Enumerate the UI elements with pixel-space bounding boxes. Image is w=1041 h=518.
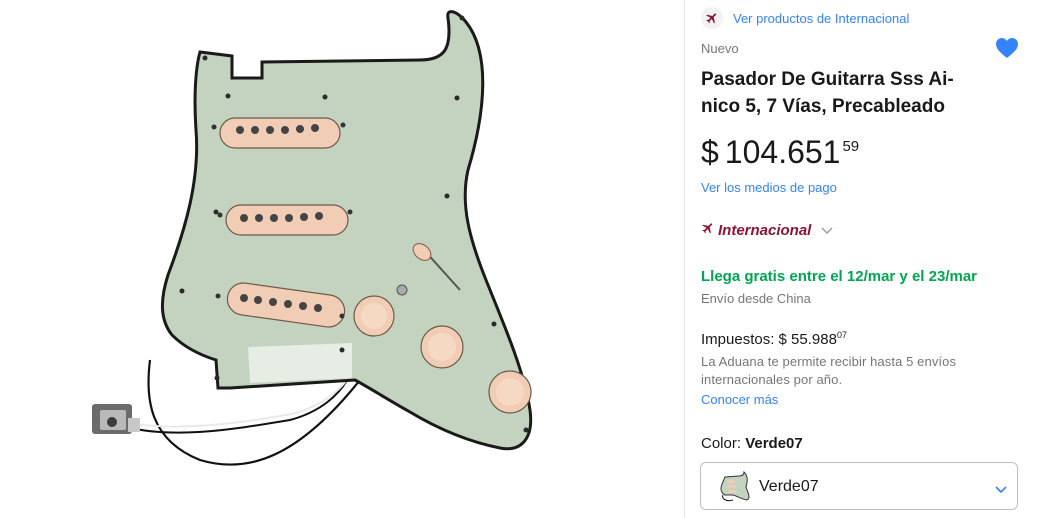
price-amount: 104.651: [724, 134, 841, 170]
taxes-currency: $: [778, 331, 787, 348]
taxes-cents: 07: [836, 330, 847, 340]
product-title: Pasador De Guitarra Sss Ai- nico 5, 7 Ví…: [701, 66, 991, 120]
knob-volume: [353, 295, 395, 337]
learn-more-link[interactable]: Conocer más: [701, 392, 778, 407]
customs-note: La Aduana te permite recibir hasta 5 env…: [701, 354, 957, 387]
knob-tone-2: [488, 370, 532, 414]
condition-label: Nuevo: [701, 41, 739, 56]
chevron-down-icon: [995, 481, 1007, 499]
shipping-middle: y el: [895, 268, 929, 285]
variant-thumbnail: [717, 470, 751, 503]
pickup-middle: [217, 204, 353, 236]
international-label: Internacional: [718, 222, 812, 239]
product-image[interactable]: [0, 0, 684, 518]
airplane-icon: [701, 7, 723, 29]
knob-tone-1: [420, 325, 464, 369]
color-value: Verde07: [745, 435, 803, 452]
variant-selected-label: Verde07: [759, 478, 819, 495]
product-image-gallery[interactable]: [0, 0, 684, 518]
taxes-label: Impuestos:: [701, 331, 779, 348]
product-title-line-1: Pasador De Guitarra Sss Ai-: [701, 69, 954, 90]
product-info-panel: Ver productos de Internacional Nuevo Pas…: [685, 0, 1041, 518]
store-row[interactable]: Ver productos de Internacional: [701, 6, 909, 30]
shipping-month-1: /mar: [863, 268, 896, 285]
price-cents: 59: [842, 138, 860, 155]
international-dropdown[interactable]: Internacional: [701, 221, 833, 240]
payment-methods-link[interactable]: Ver los medios de pago: [701, 180, 837, 195]
product-title-line-2: nico 5, 7 Vías, Precableado: [701, 96, 945, 117]
color-select[interactable]: Verde07: [700, 462, 1018, 510]
color-label: Color:: [701, 435, 746, 452]
airplane-icon: [701, 221, 715, 240]
shipping-origin: Envío desde China: [701, 291, 811, 306]
store-link[interactable]: Ver productos de Internacional: [733, 11, 909, 26]
heart-icon[interactable]: [995, 37, 1021, 61]
price: $ 104.651 59: [701, 132, 859, 172]
output-jack: [92, 404, 140, 434]
shipping-month-2: /mar: [945, 268, 977, 285]
price-currency: $: [701, 134, 719, 170]
shipping-day-1: 12: [846, 268, 864, 285]
pickup-neck: [211, 117, 346, 149]
taxes-amount: 55.988: [786, 331, 837, 348]
shipping-day-2: 23: [928, 268, 946, 285]
shipping-prefix: Llega gratis entre el: [701, 268, 847, 285]
shipping-estimate: Llega gratis entre el 12/mar y el 23/mar: [701, 268, 977, 285]
chevron-down-icon: [821, 222, 833, 240]
color-label-row: Color: Verde07: [701, 435, 803, 452]
taxes: Impuestos: $ 55.98807: [701, 330, 847, 348]
